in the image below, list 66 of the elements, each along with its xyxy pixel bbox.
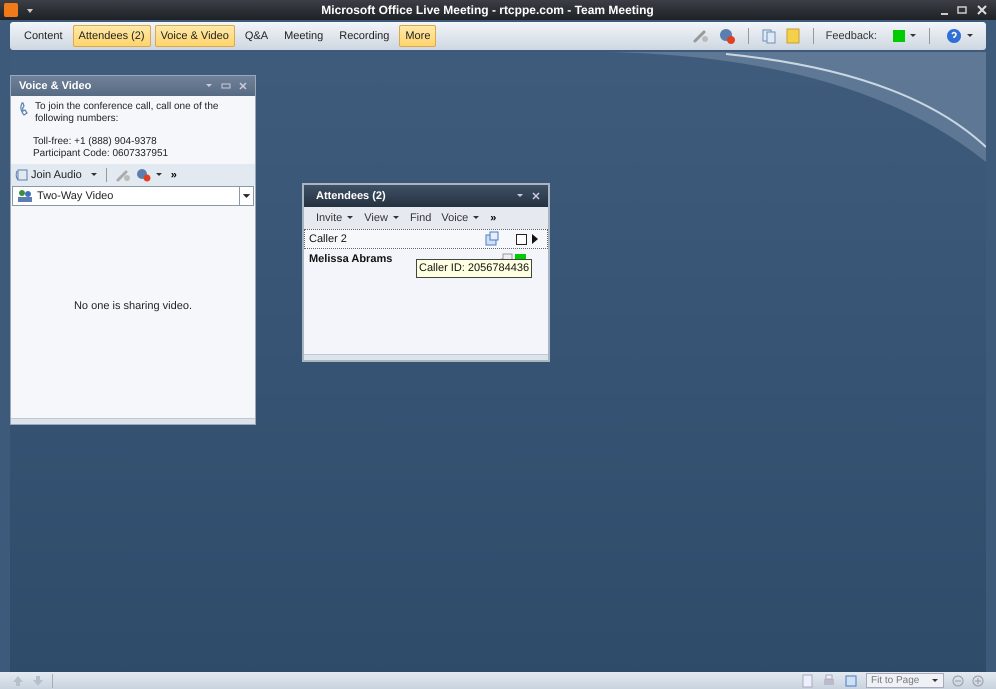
- fit-page-icon: [844, 674, 858, 688]
- toolbar-menu[interactable]: Voice: [441, 210, 480, 226]
- handout-icon: [760, 28, 777, 44]
- caret-icon: [966, 32, 974, 40]
- caret-icon: [909, 32, 917, 40]
- close-icon: [976, 4, 988, 16]
- more-button[interactable]: »: [490, 210, 496, 226]
- phone-icon: [15, 168, 29, 182]
- restore-icon: [956, 4, 968, 16]
- close-icon: [239, 82, 247, 90]
- caret-icon: [516, 192, 524, 200]
- webcam-icon: [718, 28, 736, 44]
- feedback-button[interactable]: [893, 30, 917, 42]
- toolbar-menu[interactable]: View: [364, 210, 400, 226]
- app-logo: [4, 3, 18, 17]
- quick-access-caret-icon: [26, 6, 34, 14]
- feedback-label: Feedback:: [826, 28, 877, 44]
- caret-icon: [346, 214, 354, 222]
- tools-icon: [692, 28, 710, 44]
- menu-tab[interactable]: More: [399, 24, 436, 48]
- window-title: Microsoft Office Live Meeting - rtcppe.com - Team Meeting: [320, 2, 655, 19]
- caret-icon: [154, 171, 163, 179]
- toolbar-menu[interactable]: Find: [410, 210, 432, 226]
- expand-arrow-icon: [531, 234, 539, 244]
- panel-title: Voice & Video: [19, 78, 92, 94]
- toolbar-menu[interactable]: Invite: [316, 210, 354, 226]
- toll-free-number: Toll-free: +1 (888) 904-9378: [32, 136, 158, 148]
- video-mode-dropdown[interactable]: Two-Way Video: [12, 186, 254, 206]
- caret-icon: [472, 214, 480, 222]
- caret-icon: [931, 676, 939, 684]
- menu-tab[interactable]: Recording: [333, 24, 396, 48]
- zoom-in-icon: [972, 674, 984, 686]
- attendee-row[interactable]: Caller 2: [304, 229, 548, 249]
- more-button[interactable]: »: [170, 166, 177, 184]
- menu-tab[interactable]: Voice & Video: [154, 24, 235, 48]
- help-icon: [946, 28, 962, 44]
- empty-video-message: No one is sharing video.: [74, 298, 192, 314]
- minimize-icon: [941, 13, 948, 15]
- webcam-icon: [134, 168, 151, 182]
- handout-icon: [484, 231, 500, 247]
- caret-icon: [392, 214, 400, 222]
- menu-tab[interactable]: Q&A: [238, 24, 274, 48]
- caret-icon: [90, 171, 98, 179]
- menu-tab[interactable]: Attendees (2): [72, 24, 151, 48]
- tools-icon: [114, 168, 131, 182]
- tooltip: Caller ID: 2056784436: [416, 259, 532, 278]
- menu-tab[interactable]: Content: [18, 24, 69, 48]
- down-arrow-icon: [32, 674, 44, 686]
- print-icon: [822, 674, 836, 688]
- zoom-dropdown[interactable]: Fit to Page: [866, 673, 944, 688]
- checkbox[interactable]: [516, 234, 527, 244]
- zoom-out-icon: [952, 674, 964, 686]
- notes-icon: [784, 28, 801, 44]
- menu-tab[interactable]: Meeting: [278, 24, 330, 48]
- caret-icon: [239, 187, 253, 205]
- join-instructions: To join the conference call, call one of the following numbers:: [35, 101, 220, 125]
- join-audio-button[interactable]: Join Audio: [15, 166, 82, 184]
- close-icon: [532, 192, 540, 200]
- participant-code: Participant Code: 0607337951: [32, 148, 170, 160]
- people-icon: [17, 189, 33, 203]
- help-button[interactable]: [946, 28, 974, 44]
- caret-icon: [205, 82, 213, 90]
- page-icon: [800, 674, 814, 688]
- up-arrow-icon: [12, 674, 24, 686]
- maximize-icon: [221, 82, 231, 90]
- panel-title: Attendees (2): [316, 188, 387, 204]
